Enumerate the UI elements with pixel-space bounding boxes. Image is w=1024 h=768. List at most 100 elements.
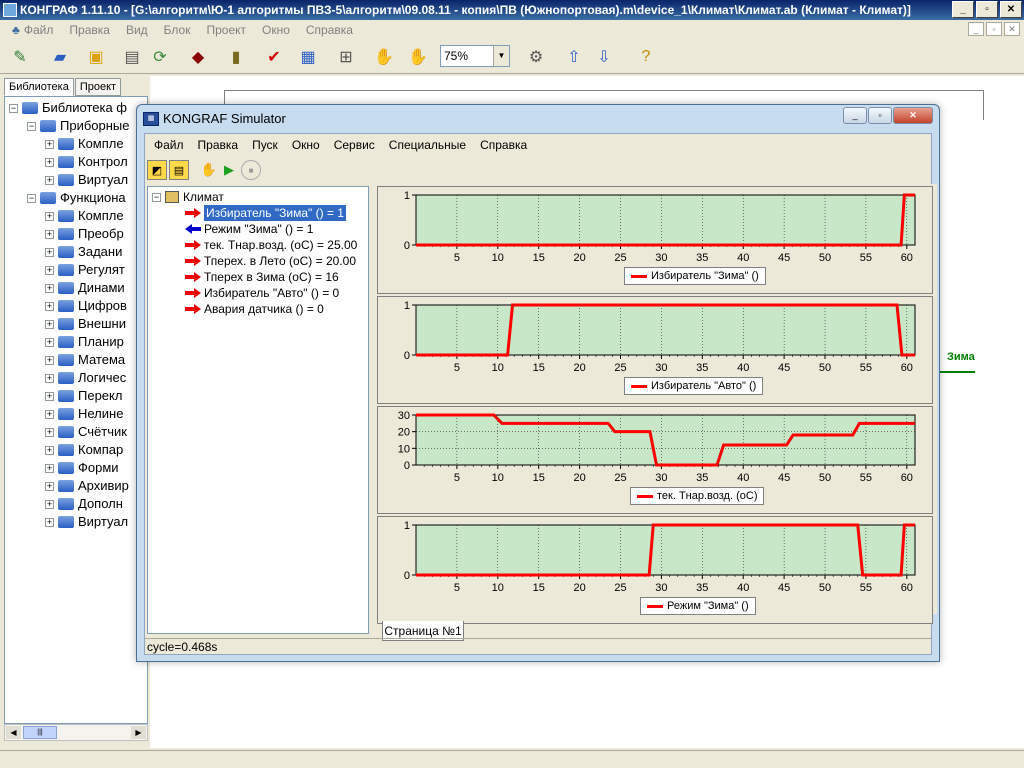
scroll-left-icon[interactable]: ◀ bbox=[6, 726, 21, 739]
library-tree-item[interactable]: + Цифров bbox=[45, 297, 127, 315]
mdi-restore-button[interactable]: ▫ bbox=[986, 22, 1002, 36]
library-tree-item[interactable]: + Архивир bbox=[45, 477, 129, 495]
play-icon[interactable]: ▶ bbox=[219, 160, 239, 180]
expand-icon[interactable]: + bbox=[45, 175, 54, 185]
signal-item[interactable]: Тперех. в Лето (оС) = 20.00 bbox=[184, 253, 356, 269]
library-tree-item[interactable]: + Нелине bbox=[45, 405, 123, 423]
library-tree-item[interactable]: − Приборные bbox=[27, 117, 130, 135]
print-icon[interactable]: ▤ bbox=[120, 45, 144, 69]
menu-project[interactable]: Проект bbox=[198, 23, 254, 37]
collapse-icon[interactable]: − bbox=[9, 103, 18, 113]
expand-icon[interactable]: + bbox=[45, 337, 54, 347]
hand-icon[interactable]: ✋ bbox=[199, 160, 219, 180]
scroll-right-icon[interactable]: ▶ bbox=[131, 726, 146, 739]
signal-item[interactable]: Авария датчика () = 0 bbox=[184, 301, 324, 317]
library-tree-item[interactable]: + Компле bbox=[45, 135, 124, 153]
expand-icon[interactable]: + bbox=[45, 463, 54, 473]
tab-project[interactable]: Проект bbox=[74, 78, 122, 96]
library-tree-item[interactable]: − Функциона bbox=[27, 189, 126, 207]
expand-icon[interactable]: + bbox=[45, 139, 54, 149]
expand-icon[interactable]: + bbox=[45, 481, 54, 491]
library-tree-item[interactable]: − Библиотека ф bbox=[9, 99, 127, 117]
download-icon[interactable]: ⇩ bbox=[592, 45, 616, 69]
grid-icon[interactable]: ⊞ bbox=[334, 45, 358, 69]
device-icon[interactable]: ▮ bbox=[224, 45, 248, 69]
new-document-icon[interactable]: ✎ bbox=[8, 45, 32, 69]
library-tree-item[interactable]: + Виртуал bbox=[45, 171, 128, 189]
tree-root[interactable]: − Климат bbox=[152, 189, 224, 205]
expand-icon[interactable]: + bbox=[45, 355, 54, 365]
library-tree-item[interactable]: + Динами bbox=[45, 279, 125, 297]
save-icon[interactable]: ▣ bbox=[84, 45, 108, 69]
menu-view[interactable]: Вид bbox=[118, 23, 156, 37]
signal-item[interactable]: тек. Тнар.возд. (оС) = 25.00 bbox=[184, 237, 357, 253]
sim-menu-run[interactable]: Пуск bbox=[245, 138, 285, 152]
open-folder-icon[interactable]: ▰ bbox=[48, 45, 72, 69]
horizontal-scrollbar[interactable]: ◀ ||| ▶ bbox=[4, 724, 148, 741]
signal-item[interactable]: Избиратель "Авто" () = 0 bbox=[184, 285, 339, 301]
sim-minimize-button[interactable]: _ bbox=[843, 107, 867, 124]
expand-icon[interactable]: + bbox=[45, 157, 54, 167]
expand-icon[interactable]: + bbox=[45, 211, 54, 221]
expand-icon[interactable]: + bbox=[45, 445, 54, 455]
expand-icon[interactable]: + bbox=[45, 409, 54, 419]
library-tree-item[interactable]: + Планир bbox=[45, 333, 124, 351]
menu-block[interactable]: Блок bbox=[156, 23, 199, 37]
library-tree-item[interactable]: + Контрол bbox=[45, 153, 128, 171]
sim-maximize-button[interactable]: ▫ bbox=[868, 107, 892, 124]
expand-icon[interactable]: + bbox=[45, 301, 54, 311]
block2-icon[interactable]: ✋ bbox=[406, 45, 430, 69]
scroll-thumb[interactable]: ||| bbox=[23, 726, 57, 739]
sim-close-button[interactable]: ✕ bbox=[893, 107, 933, 124]
collapse-icon[interactable]: − bbox=[27, 193, 36, 203]
expand-icon[interactable]: + bbox=[45, 373, 54, 383]
menu-window[interactable]: Окно bbox=[254, 23, 298, 37]
library-tree-item[interactable]: + Регулят bbox=[45, 261, 125, 279]
table-view-icon[interactable]: ▤ bbox=[169, 160, 189, 180]
help-icon[interactable]: ? bbox=[634, 45, 658, 69]
chart-icon[interactable]: ▦ bbox=[296, 45, 320, 69]
library-tree-item[interactable]: + Матема bbox=[45, 351, 125, 369]
maximize-button[interactable]: ▫ bbox=[976, 1, 998, 18]
sim-menu-special[interactable]: Специальные bbox=[382, 138, 473, 152]
settings-icon[interactable]: ⚙ bbox=[524, 45, 548, 69]
expand-icon[interactable]: + bbox=[45, 283, 54, 293]
sim-menu-edit[interactable]: Правка bbox=[191, 138, 246, 152]
compile-icon[interactable]: ◆ bbox=[186, 45, 210, 69]
sim-menu-window[interactable]: Окно bbox=[285, 138, 327, 152]
library-tree-item[interactable]: + Преобр bbox=[45, 225, 124, 243]
sim-menu-service[interactable]: Сервис bbox=[327, 138, 382, 152]
collapse-icon[interactable]: − bbox=[27, 121, 36, 131]
minimize-button[interactable]: _ bbox=[952, 1, 974, 18]
block-icon[interactable]: ✋ bbox=[372, 45, 396, 69]
zoom-select[interactable]: 75% ▼ bbox=[440, 45, 510, 67]
mdi-minimize-button[interactable]: _ bbox=[968, 22, 984, 36]
check-icon[interactable]: ✔ bbox=[262, 45, 286, 69]
upload-icon[interactable]: ⇧ bbox=[562, 45, 586, 69]
refresh-icon[interactable]: ⟳ bbox=[148, 45, 172, 69]
library-tree-item[interactable]: + Логичес bbox=[45, 369, 126, 387]
library-tree-item[interactable]: + Счётчик bbox=[45, 423, 127, 441]
menu-file[interactable]: ♣ Файл bbox=[4, 23, 61, 37]
library-tree-item[interactable]: + Форми bbox=[45, 459, 119, 477]
library-tree-item[interactable]: + Виртуал bbox=[45, 513, 128, 531]
close-button[interactable]: ✕ bbox=[1000, 1, 1022, 18]
mdi-close-button[interactable]: ✕ bbox=[1004, 22, 1020, 36]
library-tree-item[interactable]: + Компле bbox=[45, 207, 124, 225]
library-tree-item[interactable]: + Перекл bbox=[45, 387, 122, 405]
library-tree-item[interactable]: + Задани bbox=[45, 243, 122, 261]
expand-icon[interactable]: + bbox=[45, 247, 54, 257]
collapse-icon[interactable]: − bbox=[152, 192, 161, 202]
sim-menu-help[interactable]: Справка bbox=[473, 138, 534, 152]
signal-item[interactable]: Тперех в Зима (оС) = 16 bbox=[184, 269, 339, 285]
library-tree-item[interactable]: + Компар bbox=[45, 441, 123, 459]
signal-item[interactable]: Режим "Зима" () = 1 bbox=[184, 221, 313, 237]
expand-icon[interactable]: + bbox=[45, 391, 54, 401]
expand-icon[interactable]: + bbox=[45, 319, 54, 329]
sim-menu-file[interactable]: Файл bbox=[147, 138, 191, 152]
chevron-down-icon[interactable]: ▼ bbox=[493, 46, 509, 66]
tab-library[interactable]: Библиотека bbox=[4, 78, 74, 96]
library-tree-item[interactable]: + Дополн bbox=[45, 495, 123, 513]
expand-icon[interactable]: + bbox=[45, 427, 54, 437]
menu-help[interactable]: Справка bbox=[298, 23, 361, 37]
